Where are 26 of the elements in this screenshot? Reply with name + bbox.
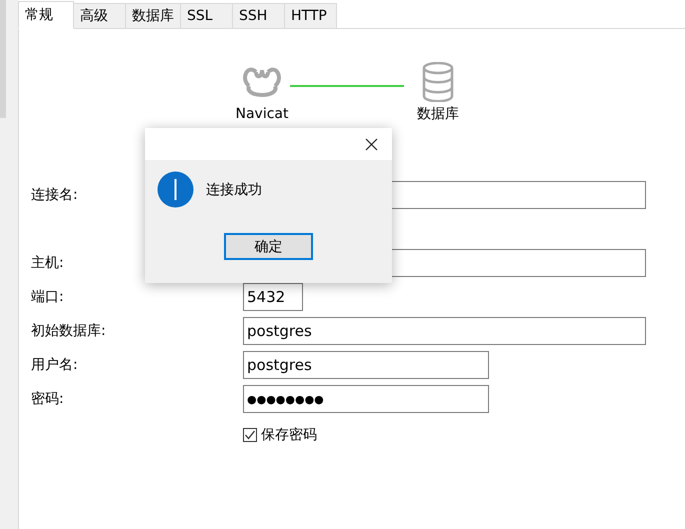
close-icon[interactable] bbox=[365, 138, 378, 150]
field-label: 初始数据库: bbox=[31, 323, 106, 339]
database-label: 数据库 bbox=[417, 105, 459, 123]
dialog-message: 连接成功 bbox=[206, 180, 262, 198]
tab[interactable]: 高级 bbox=[73, 3, 126, 29]
input-field[interactable]: 5432 bbox=[243, 283, 303, 311]
field-label: 用户名: bbox=[31, 357, 78, 373]
field-label: 端口: bbox=[31, 289, 64, 305]
tab[interactable]: HTTP bbox=[284, 3, 337, 29]
input-field[interactable]: postgres bbox=[243, 317, 646, 345]
tab[interactable]: 常规 bbox=[18, 1, 74, 29]
tab[interactable]: 数据库 bbox=[125, 3, 181, 29]
tab[interactable]: SSL bbox=[180, 3, 233, 29]
scrollbar[interactable] bbox=[0, 0, 6, 118]
field-label: 主机: bbox=[31, 255, 64, 271]
ok-button[interactable]: 确定 bbox=[224, 233, 313, 260]
navicat-label: Navicat bbox=[236, 106, 288, 122]
password-field[interactable]: ●●●●●●●● bbox=[243, 385, 489, 413]
checkbox[interactable] bbox=[243, 428, 257, 442]
info-icon bbox=[157, 171, 194, 208]
tab[interactable]: SSH bbox=[232, 3, 285, 29]
field-label: 连接名: bbox=[31, 187, 78, 203]
checkbox-label: 保存密码 bbox=[261, 426, 317, 444]
input-field[interactable]: postgres bbox=[243, 351, 489, 379]
database-icon bbox=[422, 62, 454, 102]
field-label: 密码: bbox=[31, 391, 64, 407]
